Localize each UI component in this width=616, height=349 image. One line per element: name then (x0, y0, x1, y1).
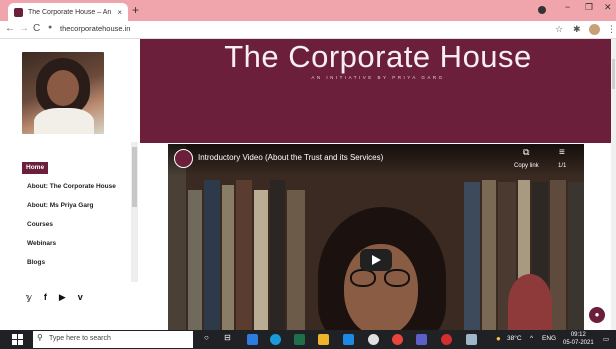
profile-avatar[interactable] (589, 24, 600, 35)
profile-photo (22, 52, 104, 134)
search-placeholder: Type here to search (49, 335, 111, 342)
extensions-icon[interactable]: ✱ (573, 24, 581, 35)
mail-icon[interactable] (343, 334, 354, 345)
recording-icon[interactable] (538, 6, 546, 14)
clock-date: 05-07-2021 (563, 340, 594, 346)
social-links: 𝕪 f ▶ v (26, 292, 83, 303)
app-icon-1[interactable] (247, 334, 258, 345)
windows-start-icon[interactable] (12, 334, 23, 345)
notification-icon[interactable]: ▭ (603, 335, 609, 343)
edge-icon[interactable] (270, 334, 281, 345)
forward-button[interactable]: → (19, 23, 29, 34)
sidebar-item-webinars[interactable]: Webinars (22, 240, 127, 248)
maximize-button[interactable]: ❐ (585, 2, 593, 13)
copy-link-label[interactable]: Copy link (514, 163, 539, 169)
app-icon-4[interactable] (466, 334, 477, 345)
play-button[interactable] (360, 249, 392, 271)
channel-avatar[interactable] (174, 149, 193, 168)
close-window-button[interactable]: ✕ (604, 2, 612, 13)
kebab-menu-icon[interactable]: ⋮ (607, 24, 616, 35)
new-tab-button[interactable]: + (132, 3, 139, 17)
site-title[interactable]: The Corporate House (140, 39, 616, 75)
input-language[interactable]: ENG (542, 335, 556, 342)
browser-tab[interactable]: The Corporate House – An Initia × (8, 3, 128, 21)
youtube-icon[interactable]: ▶ (59, 292, 66, 303)
facebook-icon[interactable]: f (44, 292, 47, 303)
sidebar-item-home[interactable]: Home (22, 162, 49, 174)
page-viewport: Home About: The Corporate House About: M… (0, 39, 616, 330)
tab-strip: The Corporate House – An Initia × + − ❐ … (0, 0, 616, 21)
taskbar-search[interactable]: ⚲ Type here to search (33, 331, 193, 348)
tray-chevron-icon[interactable]: ^ (530, 335, 533, 342)
sidebar-item-about-house[interactable]: About: The Corporate House (22, 183, 127, 191)
chat-fab-button[interactable]: ● (589, 307, 605, 323)
playlist-count: 1/1 (558, 163, 567, 169)
copy-link-icon[interactable]: ⧉ (523, 147, 529, 158)
search-icon: ⚲ (37, 333, 43, 342)
app-icon-2[interactable] (368, 334, 379, 345)
site-tagline: AN INITIATIVE BY PRIYA GARG (311, 75, 445, 80)
sidebar-item-courses[interactable]: Courses (22, 221, 127, 229)
task-view-icon[interactable]: ⊟ (224, 333, 231, 342)
sidebar-scroll-thumb[interactable] (132, 147, 137, 207)
video-title[interactable]: Introductory Video (About the Trust and … (198, 153, 383, 162)
back-button[interactable]: ← (5, 23, 15, 34)
sidebar-menu: Home About: The Corporate House About: M… (22, 156, 127, 278)
cortana-icon[interactable]: ○ (204, 333, 209, 342)
lock-icon[interactable]: ● (48, 24, 52, 31)
video-player[interactable]: Introductory Video (About the Trust and … (168, 144, 584, 330)
site-favicon-icon (14, 7, 23, 17)
playlist-icon[interactable]: ≡ (559, 147, 565, 158)
twitter-icon[interactable]: 𝕪 (26, 292, 32, 303)
sidebar-item-blogs[interactable]: Blogs (22, 259, 127, 267)
bookmark-star-icon[interactable]: ☆ (555, 24, 563, 35)
app-icon-3[interactable] (441, 334, 452, 345)
address-bar: ← → C ● thecorporatehouse.in ☆ ✱ ⋮ (0, 21, 616, 39)
vimeo-icon[interactable]: v (78, 292, 83, 303)
sidebar: Home About: The Corporate House About: M… (0, 39, 140, 330)
tab-title: The Corporate House – An Initia (28, 8, 113, 16)
chrome-icon[interactable] (392, 334, 403, 345)
url-field[interactable]: thecorporatehouse.in (60, 24, 130, 33)
teams-icon[interactable] (416, 334, 427, 345)
store-icon[interactable] (294, 334, 305, 345)
reload-button[interactable]: C (33, 23, 40, 34)
taskbar-clock[interactable]: 09:12 05-07-2021 (563, 331, 594, 347)
weather-icon[interactable]: ● (496, 334, 501, 343)
minimize-button[interactable]: − (565, 2, 570, 12)
weather-temp[interactable]: 38°C (507, 335, 522, 342)
windows-taskbar: ⚲ Type here to search ○ ⊟ ● 38°C ^ ENG 0… (0, 330, 616, 349)
sidebar-item-about-priya[interactable]: About: Ms Priya Garg (22, 202, 127, 210)
close-tab-icon[interactable]: × (117, 8, 122, 17)
site-header: The Corporate House AN INITIATIVE BY PRI… (140, 39, 616, 143)
file-explorer-icon[interactable] (318, 334, 329, 345)
clock-time: 09:12 (570, 332, 586, 338)
page-scroll-thumb[interactable] (612, 59, 615, 89)
